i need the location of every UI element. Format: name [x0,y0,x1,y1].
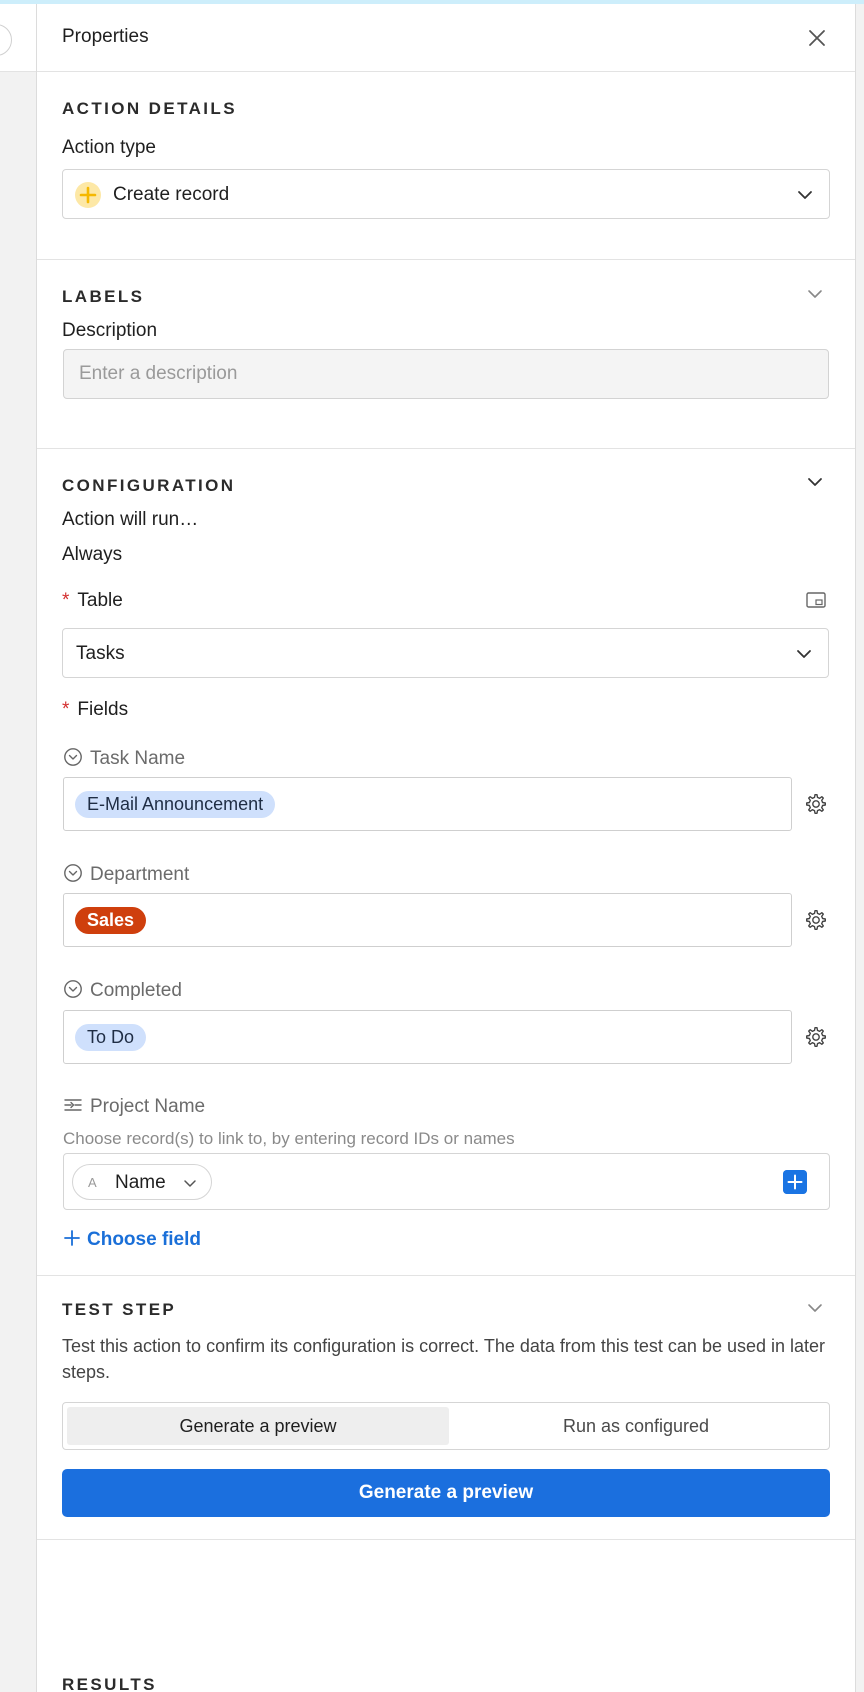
generate-preview-button[interactable]: Generate a preview [62,1469,830,1517]
required-asterisk: * [62,699,70,720]
test-step-section: TEST STEP Test this action to confirm it… [37,1276,855,1540]
collapse-circle-icon[interactable] [63,979,83,999]
field-label-project-name: Project Name [63,1095,205,1118]
expand-view-icon[interactable] [805,590,827,610]
labels-section: LABELS Description [37,260,855,449]
properties-panel: Properties ACTION DETAILS Action type Cr… [37,4,855,1692]
plus-icon [64,1230,80,1246]
fields-label: * Fields [62,699,128,721]
field-name: Department [90,864,190,885]
run-condition-value: Always [62,544,123,565]
table-label: * Table [62,590,123,612]
gear-icon[interactable] [804,908,828,932]
chip-label: Name [115,1172,166,1193]
name-field-chip[interactable]: A Name [72,1164,212,1200]
table-select[interactable]: Tasks [62,628,829,678]
gear-icon[interactable] [804,1025,828,1049]
gear-icon[interactable] [804,792,828,816]
test-step-description: Test this action to confirm its configur… [62,1336,826,1382]
link-field-hint: Choose record(s) to link to, by entering… [63,1129,515,1148]
chevron-down-icon [798,191,812,199]
chevron-down-icon [797,650,811,658]
table-value: Tasks [76,643,125,664]
field-name: Completed [90,980,182,1001]
close-icon[interactable] [805,26,829,50]
value-tag: E-Mail Announcement [75,791,276,818]
section-title: CONFIGURATION [62,476,236,495]
chevron-down-icon[interactable] [805,1298,825,1318]
table-label-text: Table [77,590,123,611]
description-label: Description [62,320,158,341]
left-background-panel [0,4,37,1692]
action-type-value: Create record [113,184,230,205]
chevron-down-icon [184,1180,196,1187]
required-asterisk: * [62,590,70,611]
configuration-section: CONFIGURATION Action will run… Always * T… [37,449,855,1276]
field-name: Project Name [90,1096,206,1117]
department-value-box[interactable]: Sales [63,893,792,947]
section-title: TEST STEP [62,1300,177,1319]
completed-value-box[interactable]: To Do [63,1010,792,1064]
test-mode-toggle: Generate a preview Run as configured [62,1402,830,1450]
text-type-icon: A [88,1175,97,1190]
chevron-down-icon[interactable] [805,284,825,304]
add-record-button[interactable] [783,1170,807,1194]
value-tag: To Do [75,1024,147,1051]
field-label-task-name: Task Name [63,747,185,770]
task-name-value-box[interactable]: E-Mail Announcement [63,777,792,831]
section-title: ACTION DETAILS [62,99,237,118]
project-name-link-box[interactable]: A Name [63,1153,830,1210]
field-label-completed: Completed [63,979,182,1002]
choose-field-label: Choose field [87,1229,202,1250]
toggle-run-as-configured[interactable]: Run as configured [445,1407,827,1445]
right-background-strip [855,4,864,1692]
link-field-icon [64,1099,82,1111]
description-input[interactable] [63,349,829,399]
results-section-title: RESULTS [62,1675,157,1692]
panel-header: Properties [37,4,855,72]
collapse-circle-icon[interactable] [63,747,83,767]
action-details-section: ACTION DETAILS Action type Create record [37,72,855,260]
chevron-down-icon[interactable] [805,472,825,492]
choose-field-button[interactable]: Choose field [63,1229,201,1251]
plus-circle-icon [75,182,101,208]
panel-title: Properties [62,26,149,47]
action-type-select[interactable]: Create record [62,169,830,219]
action-type-label: Action type [62,137,156,158]
field-name: Task Name [90,748,186,769]
field-label-department: Department [63,863,189,886]
section-title: LABELS [62,287,145,306]
fields-label-text: Fields [77,699,129,720]
collapse-circle-icon[interactable] [63,863,83,883]
toggle-generate-preview[interactable]: Generate a preview [67,1407,449,1445]
value-tag: Sales [75,907,147,934]
run-condition-label: Action will run… [62,509,199,530]
